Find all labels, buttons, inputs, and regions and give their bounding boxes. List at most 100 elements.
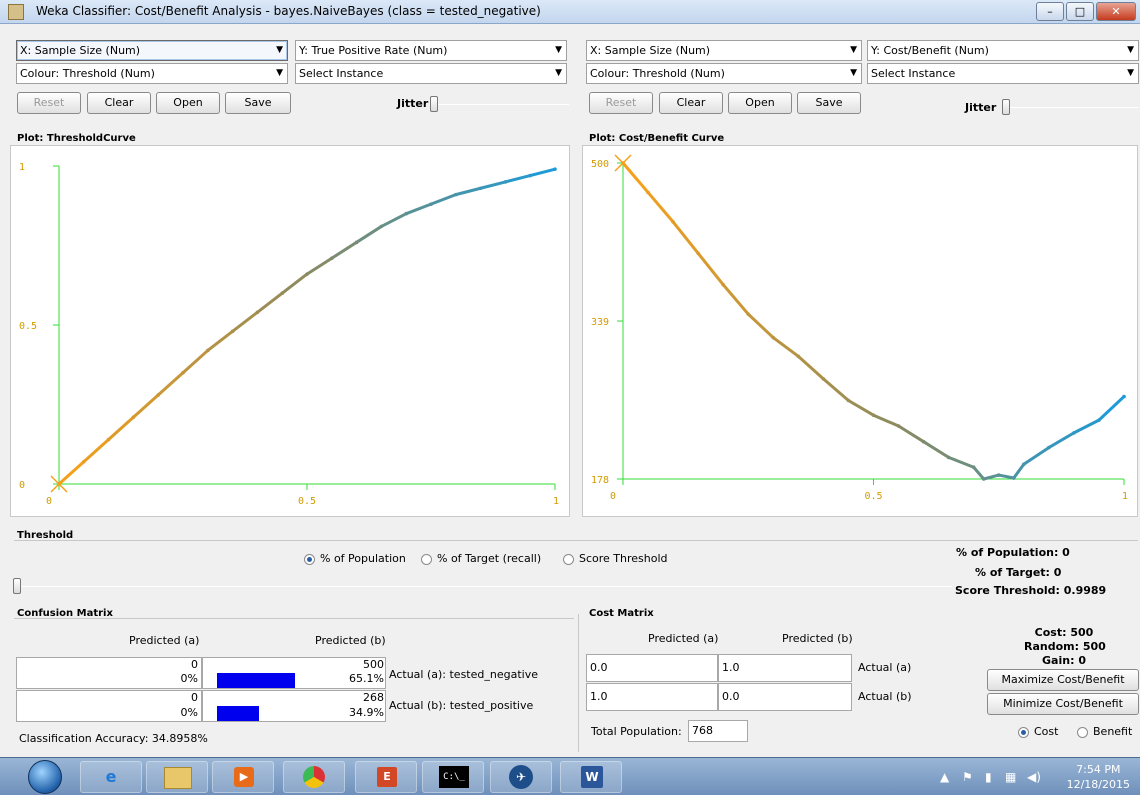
- cost-benefit-curve-plot[interactable]: 178 339 500 0 0.5 1: [582, 145, 1138, 517]
- left-y-axis-combo[interactable]: Y: True Positive Rate (Num) ▼: [295, 40, 567, 61]
- cost-mode-radio[interactable]: [1018, 727, 1029, 738]
- cost-aa-field[interactable]: 0.0: [586, 654, 718, 682]
- taskbar-internet-explorer[interactable]: e: [80, 761, 142, 793]
- right-x-axis-combo[interactable]: X: Sample Size (Num) ▼: [586, 40, 862, 61]
- x-tick-label: 0.5: [298, 496, 316, 507]
- data-point: [106, 437, 111, 442]
- taskbar-file-explorer[interactable]: [146, 761, 208, 793]
- curve-segment: [280, 272, 309, 295]
- y-tick-label: 0.5: [19, 321, 37, 332]
- score-threshold-radio[interactable]: [563, 554, 574, 565]
- curve-segment: [1012, 462, 1026, 480]
- maximize-button[interactable]: □: [1066, 2, 1094, 21]
- population-radio[interactable]: [304, 554, 315, 565]
- confusion-col-predicted-b: Predicted (b): [315, 634, 386, 647]
- cost-col-predicted-a: Predicted (a): [648, 632, 719, 645]
- right-clear-button[interactable]: Clear: [659, 92, 723, 114]
- target-recall-radio[interactable]: [421, 554, 432, 565]
- taskbar-media-player[interactable]: ▶: [212, 761, 274, 793]
- target-recall-radio-label[interactable]: % of Target (recall): [437, 552, 541, 565]
- battery-icon[interactable]: ▮: [985, 770, 992, 784]
- threshold-curve-plot[interactable]: 0 0.5 1 0 0.5 1: [10, 145, 570, 517]
- right-colour-combo[interactable]: Colour: Threshold (Num) ▼: [586, 63, 862, 84]
- right-save-button[interactable]: Save: [797, 92, 861, 114]
- data-point: [156, 393, 160, 397]
- score-threshold-radio-label[interactable]: Score Threshold: [579, 552, 668, 565]
- confusion-col-predicted-a: Predicted (a): [129, 634, 200, 647]
- taskbar-word[interactable]: W: [560, 761, 622, 793]
- left-save-button[interactable]: Save: [225, 92, 291, 114]
- total-population-field[interactable]: 768: [688, 720, 748, 742]
- left-x-axis-combo[interactable]: X: Sample Size (Num) ▼: [16, 40, 288, 61]
- y-tick-label: 1: [19, 162, 25, 173]
- curve-segment: [330, 240, 359, 260]
- left-colour-combo[interactable]: Colour: Threshold (Num) ▼: [16, 63, 288, 84]
- cost-bb-field[interactable]: 0.0: [718, 683, 852, 711]
- taskbar-command-prompt[interactable]: C:\_: [422, 761, 484, 793]
- left-jitter-slider[interactable]: [430, 96, 438, 112]
- threshold-curve-svg: 0 0.5 1 0 0.5 1: [19, 162, 559, 507]
- x-tick-label: 1: [553, 496, 559, 507]
- confusion-bar-bb: [217, 706, 259, 721]
- right-jitter-slider[interactable]: [1002, 99, 1010, 115]
- taskbar-presentation-app[interactable]: E: [355, 761, 417, 793]
- curve-segment: [897, 424, 926, 444]
- data-point: [528, 173, 532, 178]
- left-clear-button[interactable]: Clear: [87, 92, 151, 114]
- left-y-axis-combo-label: Y: True Positive Rate (Num): [299, 44, 448, 57]
- data-point: [454, 192, 458, 197]
- network-icon[interactable]: ▦: [1005, 770, 1016, 784]
- right-open-button[interactable]: Open: [728, 92, 792, 114]
- data-point: [671, 220, 675, 224]
- start-orb-icon[interactable]: [28, 760, 62, 794]
- system-clock[interactable]: 7:54 PM 12/18/2015: [1067, 762, 1130, 792]
- y-tick-label: 0: [19, 480, 25, 491]
- right-colour-combo-label: Colour: Threshold (Num): [590, 67, 725, 80]
- data-point: [206, 348, 210, 353]
- maximize-cost-benefit-button[interactable]: Maximize Cost/Benefit: [987, 669, 1139, 691]
- curve-segment: [82, 437, 111, 464]
- taskbar-weka[interactable]: ✈: [490, 761, 552, 793]
- left-reset-button[interactable]: Reset: [17, 92, 81, 114]
- taskbar-chrome[interactable]: [283, 761, 345, 793]
- minimize-cost-benefit-button[interactable]: Minimize Cost/Benefit: [987, 693, 1139, 715]
- minimize-button[interactable]: –: [1036, 2, 1064, 21]
- benefit-mode-radio[interactable]: [1077, 727, 1088, 738]
- population-stat: % of Population: 0: [956, 546, 1070, 559]
- cost-mode-label[interactable]: Cost: [1034, 725, 1058, 738]
- data-point: [1072, 431, 1076, 435]
- curve-segment: [821, 377, 850, 402]
- data-point: [981, 477, 986, 481]
- confusion-row-a-label: Actual (a): tested_negative: [389, 668, 538, 681]
- y-tick-label: 339: [591, 317, 609, 328]
- data-point: [1122, 394, 1126, 399]
- cost-summary: Cost: 500: [1034, 626, 1094, 639]
- show-hidden-icons-icon[interactable]: ▲: [940, 770, 949, 784]
- taskbar: e ▶ E C:\_ ✈ W ▲ ⚑ ▮ ▦ ◀) 7:54 PM 12/18/…: [0, 757, 1140, 795]
- curve-segment: [997, 473, 1016, 480]
- curve-segment: [746, 312, 775, 340]
- score-threshold-stat: Score Threshold: 0.9989: [955, 584, 1107, 597]
- left-select-instance-combo[interactable]: Select Instance ▼: [295, 63, 567, 84]
- population-radio-label[interactable]: % of Population: [320, 552, 406, 565]
- data-point: [846, 398, 851, 403]
- x-tick-label: 0: [610, 491, 616, 502]
- data-point: [354, 240, 359, 245]
- curve-segment: [255, 291, 284, 314]
- left-open-button[interactable]: Open: [156, 92, 220, 114]
- action-center-icon[interactable]: ⚑: [962, 770, 973, 784]
- volume-icon[interactable]: ◀): [1027, 770, 1041, 784]
- chevron-down-icon: ▼: [276, 45, 283, 55]
- cost-ab-field[interactable]: 1.0: [718, 654, 852, 682]
- right-reset-button[interactable]: Reset: [589, 92, 653, 114]
- right-select-instance-combo[interactable]: Select Instance ▼: [867, 63, 1139, 84]
- threshold-slider[interactable]: [13, 578, 21, 594]
- right-y-axis-combo[interactable]: Y: Cost/Benefit (Num) ▼: [867, 40, 1139, 61]
- clock-time: 7:54 PM: [1076, 763, 1121, 776]
- threshold-slider-track: [14, 586, 952, 587]
- data-point: [746, 312, 751, 316]
- benefit-mode-label[interactable]: Benefit: [1093, 725, 1132, 738]
- close-button[interactable]: ✕: [1096, 2, 1136, 21]
- cost-ba-field[interactable]: 1.0: [586, 683, 718, 711]
- data-point: [796, 354, 801, 359]
